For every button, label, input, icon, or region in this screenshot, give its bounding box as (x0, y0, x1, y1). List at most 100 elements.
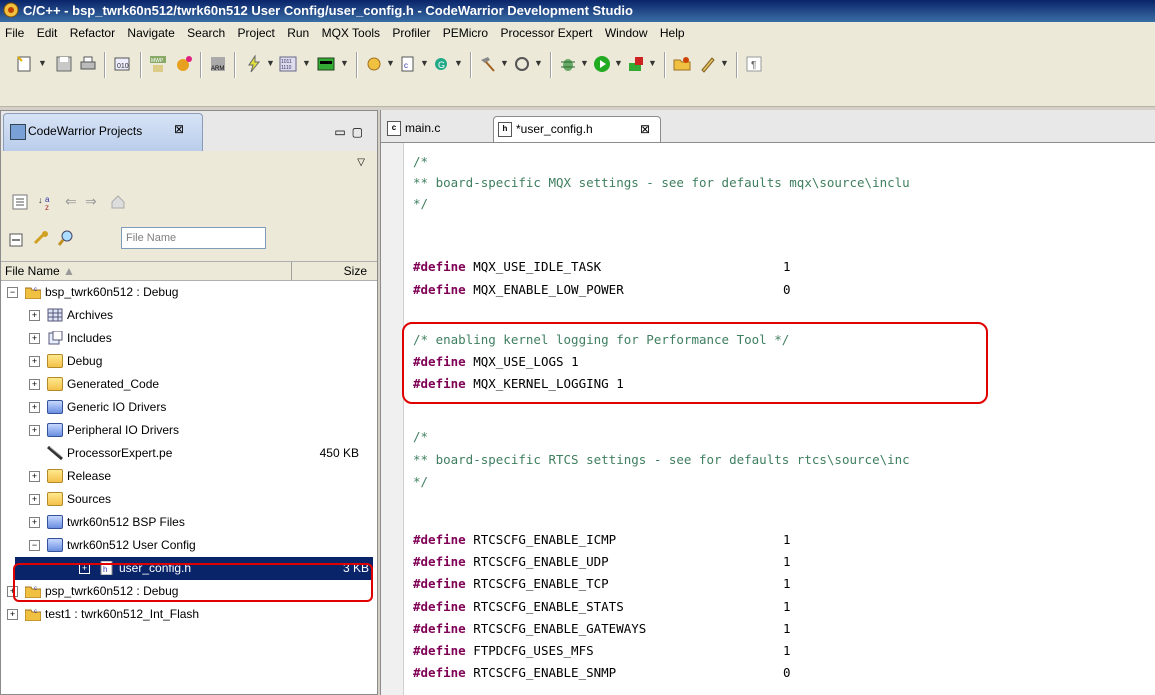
macro-value: 1 (783, 621, 791, 636)
tree-item-peripheral-io-drivers[interactable]: + Peripheral IO Drivers (1, 419, 377, 442)
tree-item-user-config[interactable]: − twrk60n512 User Config (1, 534, 377, 557)
flash-icon[interactable] (244, 54, 264, 74)
new-source-folder-dropdown-icon[interactable]: ▼ (454, 58, 463, 68)
expand-toggle-icon[interactable]: + (29, 333, 40, 344)
expand-toggle-icon[interactable]: + (7, 609, 18, 620)
tree-item-release[interactable]: + Release (1, 465, 377, 488)
pencil-dropdown-icon[interactable]: ▼ (720, 58, 729, 68)
close-icon[interactable]: ⊠ (640, 117, 650, 141)
show-whitespace-icon[interactable]: ¶ (744, 54, 764, 74)
minimize-maximize-icon[interactable]: ▭▢ (334, 125, 369, 139)
tab-codewarrior-projects[interactable]: CodeWarrior Projects ⊠ (3, 113, 203, 153)
new-source-folder-icon[interactable]: G (432, 54, 452, 74)
new-class-icon[interactable] (364, 54, 384, 74)
define-keyword: #define (413, 259, 466, 274)
external-tools-icon[interactable] (626, 54, 646, 74)
expand-toggle-icon[interactable]: + (29, 471, 40, 482)
tab-main-c[interactable]: c main.c (383, 116, 483, 142)
column-file-name[interactable]: File Name ▲ (5, 264, 75, 278)
expand-toggle-icon[interactable]: + (29, 356, 40, 367)
tree-item-generated-code[interactable]: + Generated_Code (1, 373, 377, 396)
expand-toggle-icon[interactable]: + (29, 494, 40, 505)
memory-dropdown-icon[interactable]: ▼ (340, 58, 349, 68)
debug-icon[interactable] (558, 54, 578, 74)
tree-item-label: Debug (67, 354, 103, 368)
debug-config-icon[interactable] (512, 54, 532, 74)
tree-item-processor-expert[interactable]: ProcessorExpert.pe 450 KB (1, 442, 377, 465)
back-icon[interactable]: ⇐ (65, 193, 77, 210)
pencil-icon[interactable] (698, 54, 718, 74)
tree-item-test1-project[interactable]: + c test1 : twrk60n512_Int_Flash (1, 603, 377, 626)
filter-input[interactable]: File Name (121, 227, 266, 249)
register-icon[interactable]: 10111110 (278, 54, 298, 74)
menu-window[interactable]: Window (605, 26, 648, 40)
save-icon[interactable] (54, 54, 74, 74)
menu-file[interactable]: File (5, 26, 24, 40)
arm-icon[interactable]: ARM (208, 54, 228, 74)
menu-help[interactable]: Help (660, 26, 685, 40)
new-project-icon[interactable] (174, 54, 194, 74)
tab-user-config-h[interactable]: h *user_config.h ⊠ (493, 116, 661, 142)
menu-edit[interactable]: Edit (37, 26, 58, 40)
memory-icon[interactable] (316, 54, 336, 74)
debug-config-dropdown-icon[interactable]: ▼ (534, 58, 543, 68)
link-editor-icon[interactable] (33, 229, 51, 247)
search-icon[interactable] (57, 229, 75, 247)
collapse-all-icon[interactable] (11, 193, 29, 211)
new-dropdown-icon[interactable]: ▼ (38, 58, 47, 68)
menu-run[interactable]: Run (287, 26, 309, 40)
home-icon[interactable] (109, 193, 127, 211)
debug-dropdown-icon[interactable]: ▼ (580, 58, 589, 68)
external-tools-dropdown-icon[interactable]: ▼ (648, 58, 657, 68)
tree-item-generic-io-drivers[interactable]: + Generic IO Drivers (1, 396, 377, 419)
collapse-toggle-icon[interactable]: − (29, 540, 40, 551)
forward-icon[interactable]: ⇒ (85, 193, 97, 210)
collapse-toggle-icon[interactable]: − (7, 287, 18, 298)
print-icon[interactable] (78, 54, 98, 74)
tree-item-archives[interactable]: + Archives (1, 304, 377, 327)
column-size[interactable]: Size (344, 264, 367, 278)
new-class-dropdown-icon[interactable]: ▼ (386, 58, 395, 68)
folder-icon (47, 469, 63, 483)
build-binary-icon[interactable]: 010 (112, 54, 132, 74)
menu-search[interactable]: Search (187, 26, 225, 40)
new-file-dropdown-icon[interactable]: ▼ (420, 58, 429, 68)
menu-mqx-tools[interactable]: MQX Tools (322, 26, 380, 40)
build-dropdown-icon[interactable]: ▼ (500, 58, 509, 68)
tree-item-includes[interactable]: + Includes (1, 327, 377, 350)
sort-icon[interactable]: ↓ az (37, 193, 55, 211)
new-file-icon[interactable]: c (398, 54, 418, 74)
tree-item-sources[interactable]: + Sources (1, 488, 377, 511)
tree-item-bsp-files[interactable]: + twrk60n512 BSP Files (1, 511, 377, 534)
menu-refactor[interactable]: Refactor (70, 26, 115, 40)
run-dropdown-icon[interactable]: ▼ (614, 58, 623, 68)
tree-item-bsp-project[interactable]: − c bsp_twrk60n512 : Debug (1, 281, 377, 304)
expand-toggle-icon[interactable]: + (29, 425, 40, 436)
register-dropdown-icon[interactable]: ▼ (302, 58, 311, 68)
column-divider[interactable] (291, 262, 292, 280)
expand-toggle-icon[interactable]: + (29, 379, 40, 390)
menu-pemicro[interactable]: PEMicro (443, 26, 488, 40)
close-icon[interactable]: ⊠ (174, 122, 184, 136)
hammer-icon[interactable] (478, 54, 498, 74)
expand-toggle-icon[interactable]: + (29, 310, 40, 321)
tree-item-debug[interactable]: + Debug (1, 350, 377, 373)
projects-tab-label: CodeWarrior Projects (28, 124, 143, 138)
file-size: 450 KB (319, 446, 359, 460)
menu-navigate[interactable]: Navigate (127, 26, 174, 40)
flash-dropdown-icon[interactable]: ▼ (266, 58, 275, 68)
new-icon[interactable] (14, 54, 34, 74)
expand-toggle-icon[interactable]: + (29, 517, 40, 528)
expand-toggle-icon[interactable]: + (29, 402, 40, 413)
menu-processor-expert[interactable]: Processor Expert (500, 26, 592, 40)
menu-profiler[interactable]: Profiler (392, 26, 430, 40)
open-folder-icon[interactable] (672, 54, 692, 74)
tab-label: main.c (405, 121, 441, 135)
mwp-icon[interactable]: MWP (148, 54, 168, 74)
run-icon[interactable] (592, 54, 612, 74)
collapse-icon[interactable] (7, 231, 25, 249)
macro-value: 1 (783, 259, 791, 274)
code-line: ** board-specific MQX settings - see for… (413, 175, 910, 190)
view-menu-icon[interactable]: ▽ (357, 157, 365, 168)
menu-project[interactable]: Project (238, 26, 275, 40)
